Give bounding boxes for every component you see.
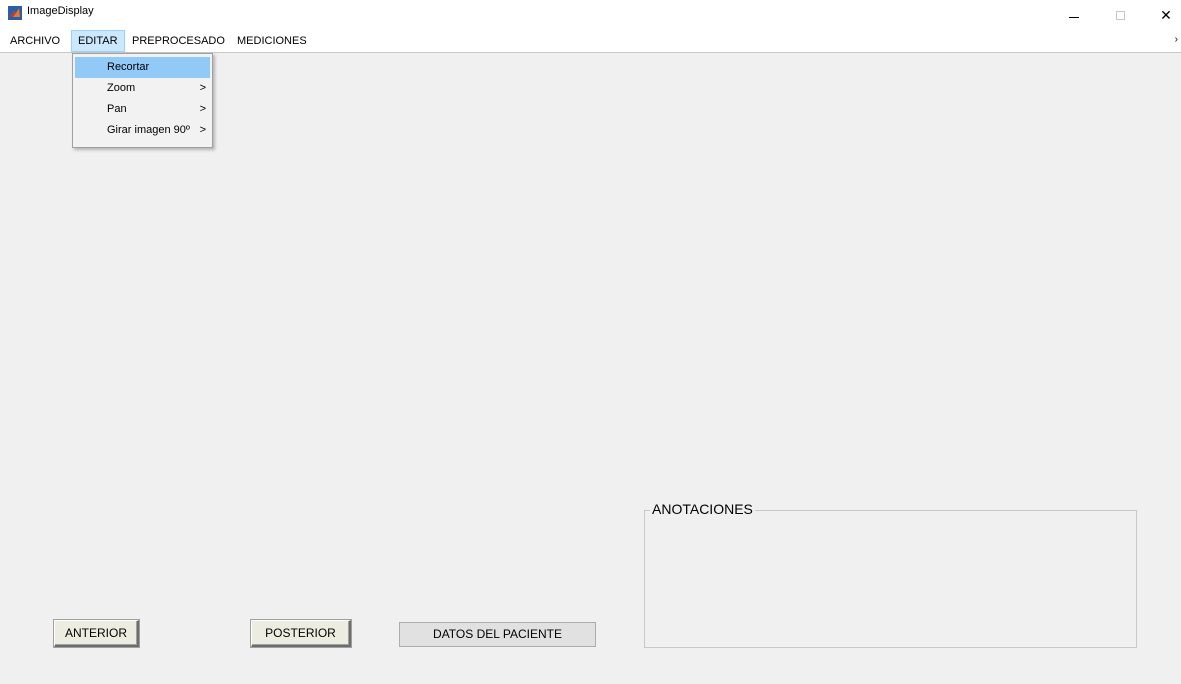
- app-window: ImageDisplay ✕ ARCHIVO EDITAR PREPROCESA…: [0, 0, 1181, 684]
- posterior-button[interactable]: POSTERIOR: [251, 620, 351, 647]
- submenu-arrow-icon: >: [199, 124, 206, 136]
- menu-item-label: Zoom: [107, 82, 136, 94]
- menu-item-zoom[interactable]: Zoom >: [75, 78, 210, 99]
- close-icon: ✕: [1160, 6, 1172, 23]
- close-button[interactable]: ✕: [1143, 0, 1181, 30]
- minimize-icon: [1069, 16, 1079, 18]
- toolbar-overflow-icon[interactable]: ›: [1175, 34, 1178, 45]
- minimize-button[interactable]: [1051, 0, 1097, 30]
- menu-editar[interactable]: EDITAR: [71, 30, 125, 52]
- menu-archivo[interactable]: ARCHIVO: [4, 30, 66, 52]
- submenu-arrow-icon: >: [199, 82, 206, 94]
- submenu-arrow-icon: >: [199, 103, 206, 115]
- title-bar: ImageDisplay ✕: [0, 0, 1181, 30]
- panel-title: ANOTACIONES: [650, 501, 755, 517]
- menu-bar: ARCHIVO EDITAR PREPROCESADO MEDICIONES ›: [0, 30, 1181, 53]
- menu-item-label: Recortar: [107, 61, 150, 73]
- window-title: ImageDisplay: [27, 5, 94, 17]
- menu-preprocesado[interactable]: PREPROCESADO: [126, 30, 231, 52]
- menu-item-recortar[interactable]: Recortar: [75, 57, 210, 78]
- editar-dropdown-menu: Recortar Zoom > Pan > Girar imagen 90º >: [72, 53, 213, 148]
- anterior-button[interactable]: ANTERIOR: [54, 620, 139, 647]
- menu-item-pan[interactable]: Pan >: [75, 99, 210, 120]
- menu-mediciones[interactable]: MEDICIONES: [231, 30, 313, 52]
- maximize-button[interactable]: [1097, 0, 1143, 30]
- maximize-icon: [1115, 10, 1125, 20]
- anotaciones-panel: ANOTACIONES: [644, 501, 1137, 648]
- menu-item-label: Girar imagen 90º: [107, 124, 190, 136]
- menu-item-label: Pan: [107, 103, 127, 115]
- datos-paciente-button[interactable]: DATOS DEL PACIENTE: [399, 622, 596, 647]
- matlab-logo-icon: [8, 6, 22, 20]
- menu-item-girar-imagen[interactable]: Girar imagen 90º >: [75, 120, 210, 141]
